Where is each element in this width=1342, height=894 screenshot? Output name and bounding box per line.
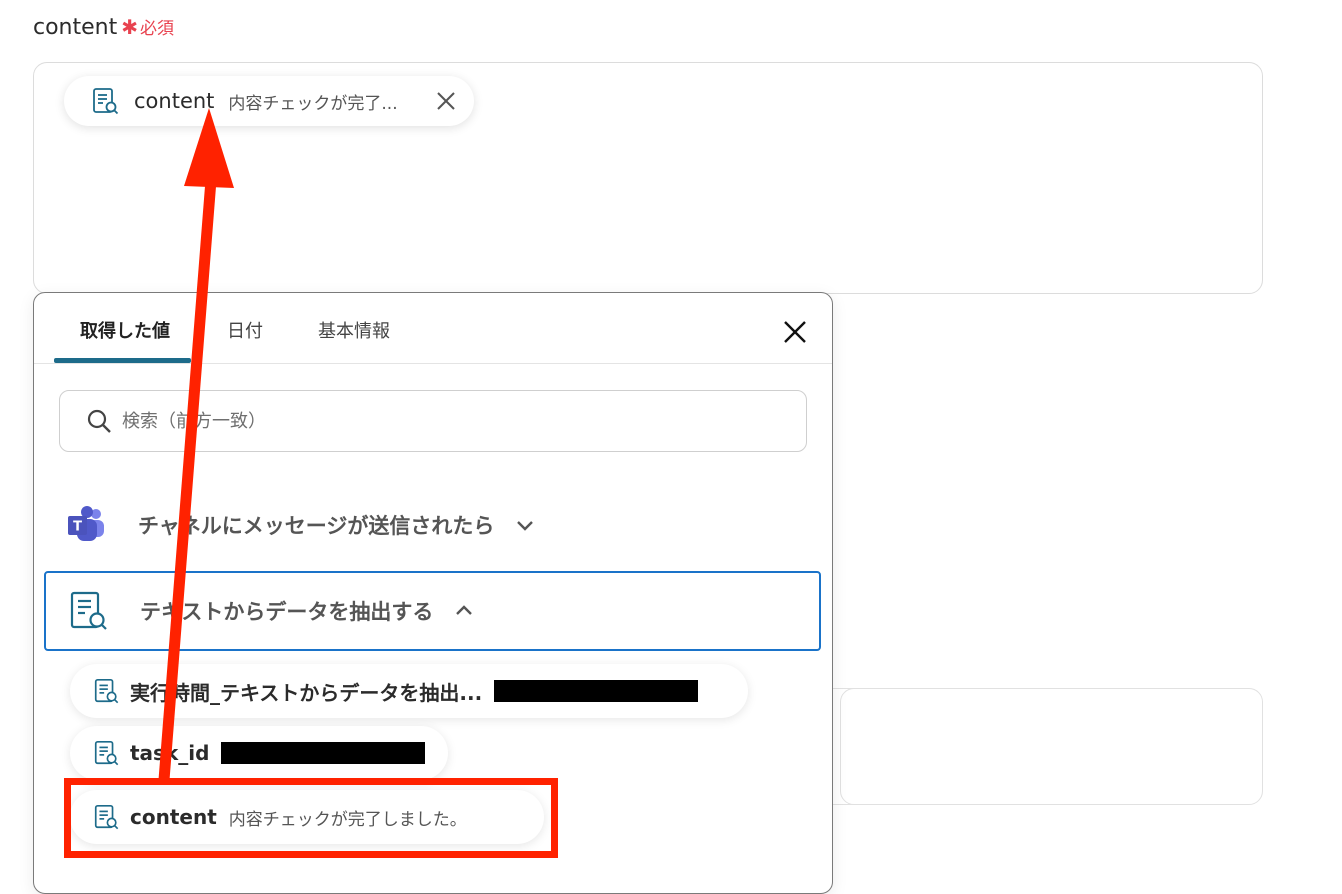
tab-acquired-values[interactable]: 取得した値	[80, 317, 170, 343]
svg-text:T: T	[73, 520, 82, 535]
required-text: 必須	[140, 19, 174, 39]
chip-remove-icon[interactable]	[434, 89, 458, 113]
search-box[interactable]	[59, 390, 807, 452]
search-input[interactable]	[120, 409, 724, 433]
extract-doc-icon	[94, 678, 119, 704]
field-label-text: content	[33, 15, 118, 40]
extract-doc-icon	[94, 740, 119, 766]
selected-value-chip[interactable]: content 内容チェックが完了...	[64, 76, 474, 126]
section-teams-trigger[interactable]: T チャネルにメッセージが送信されたら	[44, 485, 821, 565]
search-icon	[87, 409, 111, 433]
item-name: task_id	[130, 741, 210, 765]
section-extract-data[interactable]: テキストからデータを抽出する	[44, 571, 821, 651]
extract-doc-icon	[93, 88, 119, 115]
tab-date[interactable]: 日付	[227, 317, 263, 343]
background-field	[840, 688, 1263, 805]
annotation-highlight-box	[64, 778, 558, 858]
chevron-up-icon	[456, 605, 473, 615]
chevron-down-icon	[517, 521, 534, 531]
field-label: content ✱ 必須	[33, 14, 174, 40]
close-icon[interactable]	[782, 319, 808, 345]
value-item-exec-time[interactable]: 実行時間_テキストからデータを抽出...	[70, 664, 748, 718]
tab-bar: 取得した値 日付 基本情報	[34, 293, 832, 364]
item-name: 実行時間_テキストからデータを抽出...	[130, 680, 483, 705]
active-tab-indicator	[54, 358, 191, 363]
extract-doc-icon	[70, 591, 107, 630]
tab-basic-info[interactable]: 基本情報	[318, 317, 390, 343]
teams-icon: T	[68, 506, 104, 541]
chip-value: 内容チェックが完了...	[228, 93, 398, 114]
required-star-icon: ✱	[121, 15, 138, 39]
redacted-value	[494, 680, 699, 702]
section-title: テキストからデータを抽出する	[140, 600, 434, 624]
value-item-task-id[interactable]: task_id	[70, 726, 448, 780]
redacted-value	[221, 742, 426, 764]
section-title: チャネルにメッセージが送信されたら	[138, 514, 495, 538]
chip-name: content	[134, 89, 215, 113]
